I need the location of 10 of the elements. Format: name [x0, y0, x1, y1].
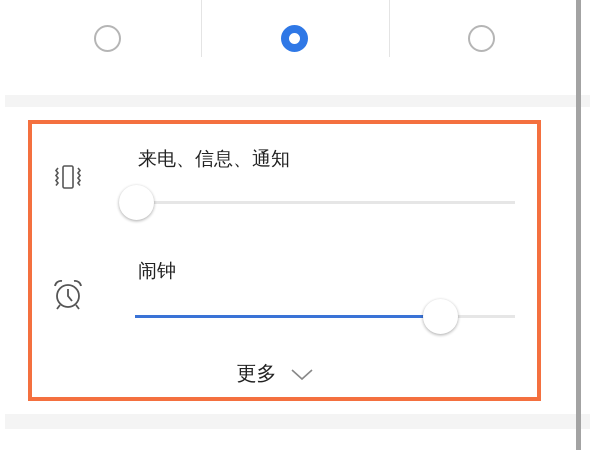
slider-label: 闹钟 [138, 259, 177, 284]
slider-thumb[interactable] [119, 185, 154, 220]
slider-label: 来电、信息、通知 [138, 147, 291, 172]
radio-button[interactable] [468, 25, 496, 52]
alarm-clock-icon [51, 278, 85, 312]
slider-thumb[interactable] [423, 299, 458, 334]
more-button[interactable]: 更多 [236, 360, 312, 387]
radio-button[interactable] [94, 25, 121, 52]
radio-button[interactable] [280, 25, 308, 52]
chevron-down-icon [290, 368, 312, 380]
